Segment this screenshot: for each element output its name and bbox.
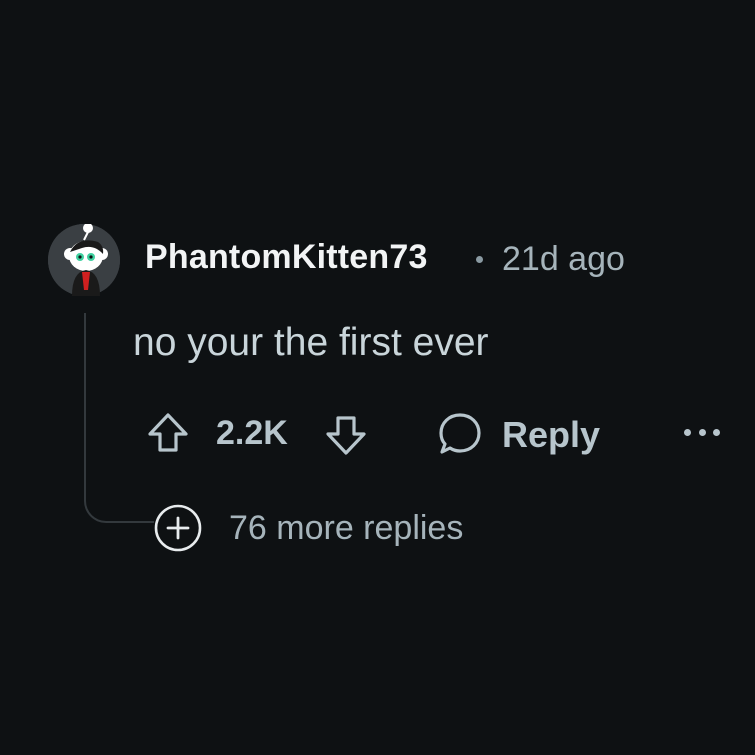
timestamp: 21d ago	[502, 240, 625, 278]
reply-button[interactable]	[436, 410, 484, 458]
ellipsis-icon-dot	[713, 428, 720, 436]
upvote-button[interactable]	[145, 410, 191, 456]
separator-dot	[476, 256, 483, 263]
plus-circle-icon[interactable]	[154, 504, 202, 552]
ellipsis-icon-dot	[684, 428, 691, 436]
avatar-icon	[48, 224, 120, 296]
more-options-button[interactable]	[684, 422, 720, 442]
speech-bubble-icon	[439, 413, 481, 454]
ellipsis-icon-dot	[698, 428, 706, 436]
avatar[interactable]	[48, 224, 120, 296]
more-replies-link[interactable]: 76 more replies	[229, 509, 463, 548]
downvote-arrow-icon	[326, 416, 366, 455]
downvote-button[interactable]	[323, 412, 369, 458]
reply-label[interactable]: Reply	[502, 414, 600, 456]
upvote-arrow-icon	[148, 413, 188, 452]
vote-score: 2.2K	[216, 414, 288, 452]
username[interactable]: PhantomKitten73	[145, 238, 428, 277]
comment-body: no your the first ever	[133, 321, 489, 364]
